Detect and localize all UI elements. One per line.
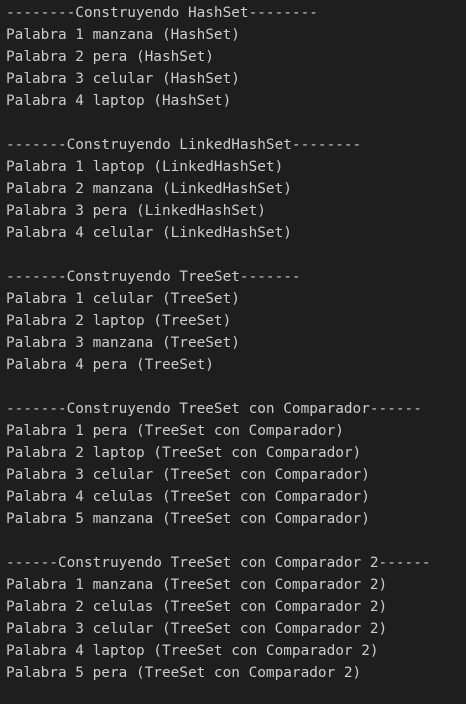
output-line: Palabra 1 celular (TreeSet): [6, 291, 240, 307]
output-line: Palabra 5 manzana (TreeSet con Comparado…: [6, 511, 370, 527]
output-line: Palabra 2 celulas (TreeSet con Comparado…: [6, 599, 388, 615]
output-line: Palabra 5 pera (TreeSet con Comparador 2…: [6, 665, 362, 681]
section-header-treeset-comparador-2: ------Construyendo TreeSet con Comparado…: [6, 555, 431, 571]
output-line: Palabra 1 manzana (HashSet): [6, 27, 240, 43]
section-header-treeset: -------Construyendo TreeSet-------: [6, 269, 301, 285]
output-line: Palabra 1 manzana (TreeSet con Comparado…: [6, 577, 388, 593]
output-line: Palabra 2 pera (HashSet): [6, 49, 214, 65]
output-line: Palabra 2 manzana (LinkedHashSet): [6, 181, 292, 197]
output-line: Palabra 4 laptop (HashSet): [6, 93, 232, 109]
output-line: Palabra 2 laptop (TreeSet con Comparador…: [6, 445, 362, 461]
output-line: Palabra 4 laptop (TreeSet con Comparador…: [6, 643, 379, 659]
output-line: Palabra 3 celular (HashSet): [6, 71, 240, 87]
section-header-hashset: --------Construyendo HashSet--------: [6, 5, 318, 21]
output-line: Palabra 3 celular (TreeSet con Comparado…: [6, 467, 370, 483]
output-line: Palabra 3 manzana (TreeSet): [6, 335, 240, 351]
section-header-treeset-comparador: -------Construyendo TreeSet con Comparad…: [6, 401, 422, 417]
section-header-linkedhashset: -------Construyendo LinkedHashSet-------…: [6, 137, 362, 153]
output-line: Palabra 2 laptop (TreeSet): [6, 313, 232, 329]
output-line: Palabra 4 pera (TreeSet): [6, 357, 214, 373]
output-line: Palabra 1 laptop (LinkedHashSet): [6, 159, 284, 175]
output-line: Palabra 4 celular (LinkedHashSet): [6, 225, 292, 241]
output-line: Palabra 4 celulas (TreeSet con Comparado…: [6, 489, 370, 505]
terminal-output[interactable]: --------Construyendo HashSet-------- Pal…: [0, 0, 466, 704]
output-line: Palabra 3 pera (LinkedHashSet): [6, 203, 266, 219]
output-line: Palabra 3 celular (TreeSet con Comparado…: [6, 621, 388, 637]
output-line: Palabra 1 pera (TreeSet con Comparador): [6, 423, 344, 439]
